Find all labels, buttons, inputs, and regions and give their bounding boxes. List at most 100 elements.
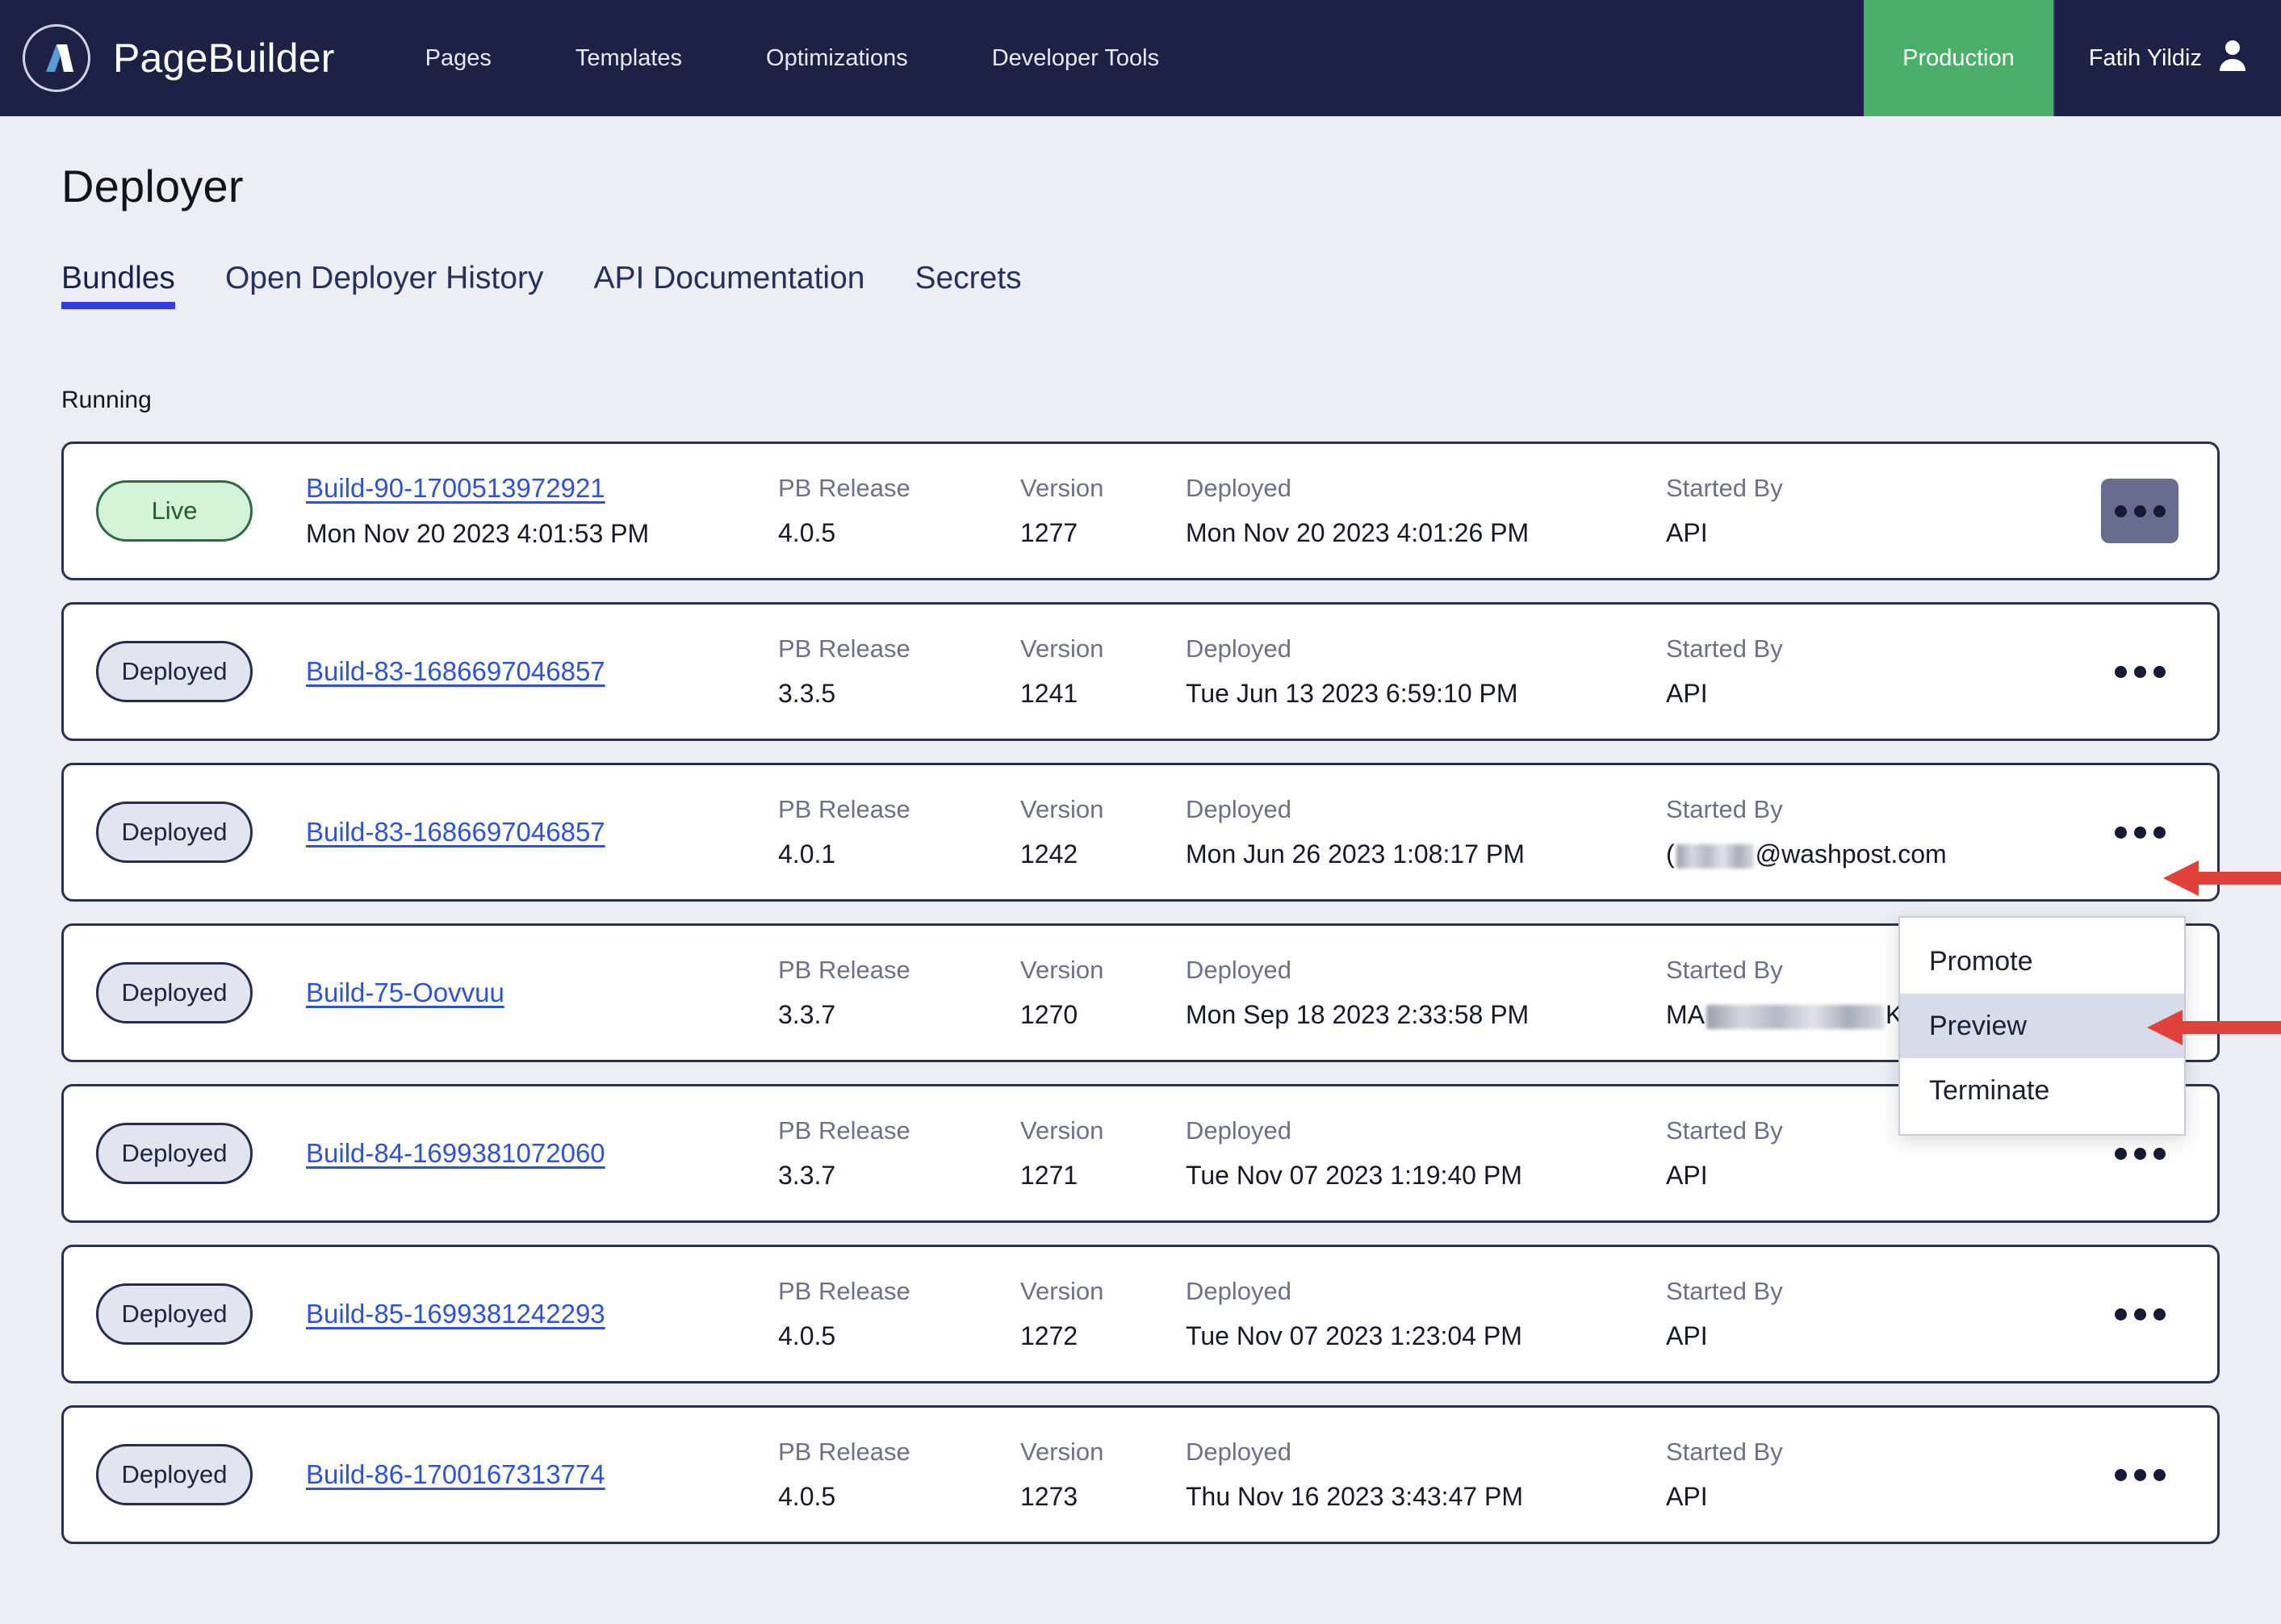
release-cell: PB Release 4.0.5 (778, 1438, 1020, 1512)
version-cell: Version 1273 (1020, 1438, 1186, 1512)
top-navigation-bar: PageBuilder Pages Templates Optimization… (0, 0, 2281, 116)
column-header: PB Release (778, 795, 910, 823)
status-badge: Live (96, 480, 253, 542)
deployed-cell: Deployed Tue Nov 07 2023 1:23:04 PM (1186, 1277, 1666, 1351)
deployed-value: Tue Nov 07 2023 1:19:40 PM (1186, 1161, 1522, 1190)
bundle-name-link[interactable]: Build-84-1699381072060 (306, 1138, 778, 1169)
release-value: 3.3.7 (778, 1000, 836, 1029)
release-value: 4.0.5 (778, 1321, 836, 1350)
actions-cell (2086, 800, 2217, 864)
started-by-prefix: MA (1666, 1000, 1705, 1029)
bundle-name-link[interactable]: Build-85-1699381242293 (306, 1299, 778, 1329)
column-header: Deployed (1186, 1116, 1291, 1145)
bundle-name-cell: Build-85-1699381242293 (306, 1299, 778, 1329)
nav-item-templates[interactable]: Templates (534, 0, 724, 116)
actions-cell (2086, 479, 2217, 543)
page-title: Deployer (61, 161, 244, 211)
bundle-name-link[interactable]: Build-83-1686697046857 (306, 817, 778, 848)
version-cell: Version 1242 (1020, 795, 1186, 869)
column-header: Started By (1666, 795, 1783, 823)
tab-secrets[interactable]: Secrets (914, 261, 1045, 309)
table-row[interactable]: Live Build-90-1700513972921 Mon Nov 20 202… (61, 442, 2220, 580)
table-row[interactable]: Deployed Build-83-1686697046857 PB Release… (61, 602, 2220, 741)
table-row[interactable]: Deployed Build-83-1686697046857 PB Release… (61, 763, 2220, 902)
release-cell: PB Release 3.3.7 (778, 1116, 1020, 1191)
bundle-name-link[interactable]: Build-83-1686697046857 (306, 656, 778, 687)
table-row[interactable]: Deployed Build-84-1699381072060 PB Release… (61, 1084, 2220, 1223)
deployed-value: Tue Jun 13 2023 6:59:10 PM (1186, 679, 1518, 708)
column-header: Deployed (1186, 1277, 1291, 1305)
column-header: Started By (1666, 634, 1783, 663)
kebab-menu-icon[interactable] (2101, 1442, 2178, 1507)
table-row[interactable]: Deployed Build-85-1699381242293 PB Release… (61, 1245, 2220, 1383)
deployed-cell: Deployed Tue Nov 07 2023 1:19:40 PM (1186, 1116, 1666, 1191)
bundle-name-link[interactable]: Build-90-1700513972921 (306, 473, 778, 504)
tab-bundles[interactable]: Bundles (61, 261, 199, 309)
status-cell: Deployed (64, 1444, 306, 1505)
started-by-value: API (1666, 1321, 1708, 1350)
column-header: Deployed (1186, 634, 1291, 663)
column-header: PB Release (778, 1116, 910, 1145)
deployed-value: Tue Nov 07 2023 1:23:04 PM (1186, 1321, 1522, 1350)
version-cell: Version 1241 (1020, 634, 1186, 709)
actions-cell (2086, 1282, 2217, 1346)
context-menu-item-terminate[interactable]: Terminate (1900, 1058, 2184, 1123)
kebab-menu-icon[interactable] (2101, 1282, 2178, 1346)
status-badge: Deployed (96, 1444, 253, 1505)
version-value: 1277 (1020, 518, 1078, 547)
kebab-menu-icon[interactable] (2101, 639, 2178, 704)
bundle-name-cell: Build-83-1686697046857 (306, 817, 778, 848)
user-menu[interactable]: Fatih Yildiz (2053, 0, 2281, 116)
deployed-value: Mon Nov 20 2023 4:01:26 PM (1186, 518, 1530, 547)
table-row[interactable]: Deployed Build-86-1700167313774 PB Release… (61, 1405, 2220, 1544)
version-value: 1242 (1020, 839, 1078, 869)
nav-item-developer-tools[interactable]: Developer Tools (950, 0, 1201, 116)
column-header: PB Release (778, 956, 910, 984)
deployed-cell: Deployed Mon Jun 26 2023 1:08:17 PM (1186, 795, 1666, 869)
app-root: PageBuilder Pages Templates Optimization… (0, 0, 2281, 1624)
status-badge: Deployed (96, 802, 253, 863)
release-cell: PB Release 4.0.5 (778, 474, 1020, 548)
tab-open-deployer-history[interactable]: Open Deployer History (225, 261, 568, 309)
column-header: Version (1020, 1277, 1104, 1305)
column-header: Started By (1666, 474, 1783, 502)
started-by-value: API (1666, 1482, 1708, 1511)
section-label-running: Running (61, 387, 152, 413)
context-menu-item-preview[interactable]: Preview (1900, 994, 2184, 1058)
column-header: Version (1020, 956, 1104, 984)
context-menu-item-promote[interactable]: Promote (1900, 929, 2184, 994)
status-cell: Deployed (64, 1283, 306, 1345)
release-cell: PB Release 4.0.1 (778, 795, 1020, 869)
kebab-menu-icon[interactable] (2101, 479, 2178, 543)
column-header: PB Release (778, 474, 910, 502)
status-cell: Deployed (64, 802, 306, 863)
column-header: PB Release (778, 634, 910, 663)
bundle-name-link[interactable]: Build-86-1700167313774 (306, 1459, 778, 1490)
version-value: 1241 (1020, 679, 1078, 708)
bundle-name-link[interactable]: Build-75-Oovvuu (306, 977, 778, 1008)
column-header: Deployed (1186, 956, 1291, 984)
release-cell: PB Release 3.3.7 (778, 956, 1020, 1030)
table-row[interactable]: Deployed Build-75-Oovvuu PB Release 3.3.7 Ve… (61, 923, 2220, 1062)
kebab-menu-icon[interactable] (2101, 800, 2178, 864)
deployed-cell: Deployed Thu Nov 16 2023 3:43:47 PM (1186, 1438, 1666, 1512)
nav-item-pages[interactable]: Pages (383, 0, 534, 116)
nav-item-optimizations[interactable]: Optimizations (724, 0, 950, 116)
actions-cell (2086, 1442, 2217, 1507)
version-cell: Version 1271 (1020, 1116, 1186, 1191)
environment-selector[interactable]: Production (1864, 0, 2053, 116)
release-cell: PB Release 3.3.5 (778, 634, 1020, 709)
release-cell: PB Release 4.0.5 (778, 1277, 1020, 1351)
tab-api-documentation[interactable]: API Documentation (593, 261, 889, 309)
release-value: 3.3.5 (778, 679, 836, 708)
tab-bar: Bundles Open Deployer History API Docume… (0, 212, 2281, 309)
version-value: 1272 (1020, 1321, 1078, 1350)
logo-container[interactable] (0, 0, 113, 116)
redacted-text (1676, 843, 1754, 869)
main-content: Deployer Bundles Open Deployer History A… (0, 116, 2281, 1566)
started-by-cell: Started By API (1666, 1277, 2086, 1351)
column-header: Deployed (1186, 1438, 1291, 1466)
started-by-value: API (1666, 1161, 1708, 1190)
started-by-value: (@washpost.com (1666, 839, 2086, 869)
release-value: 4.0.5 (778, 1482, 836, 1511)
